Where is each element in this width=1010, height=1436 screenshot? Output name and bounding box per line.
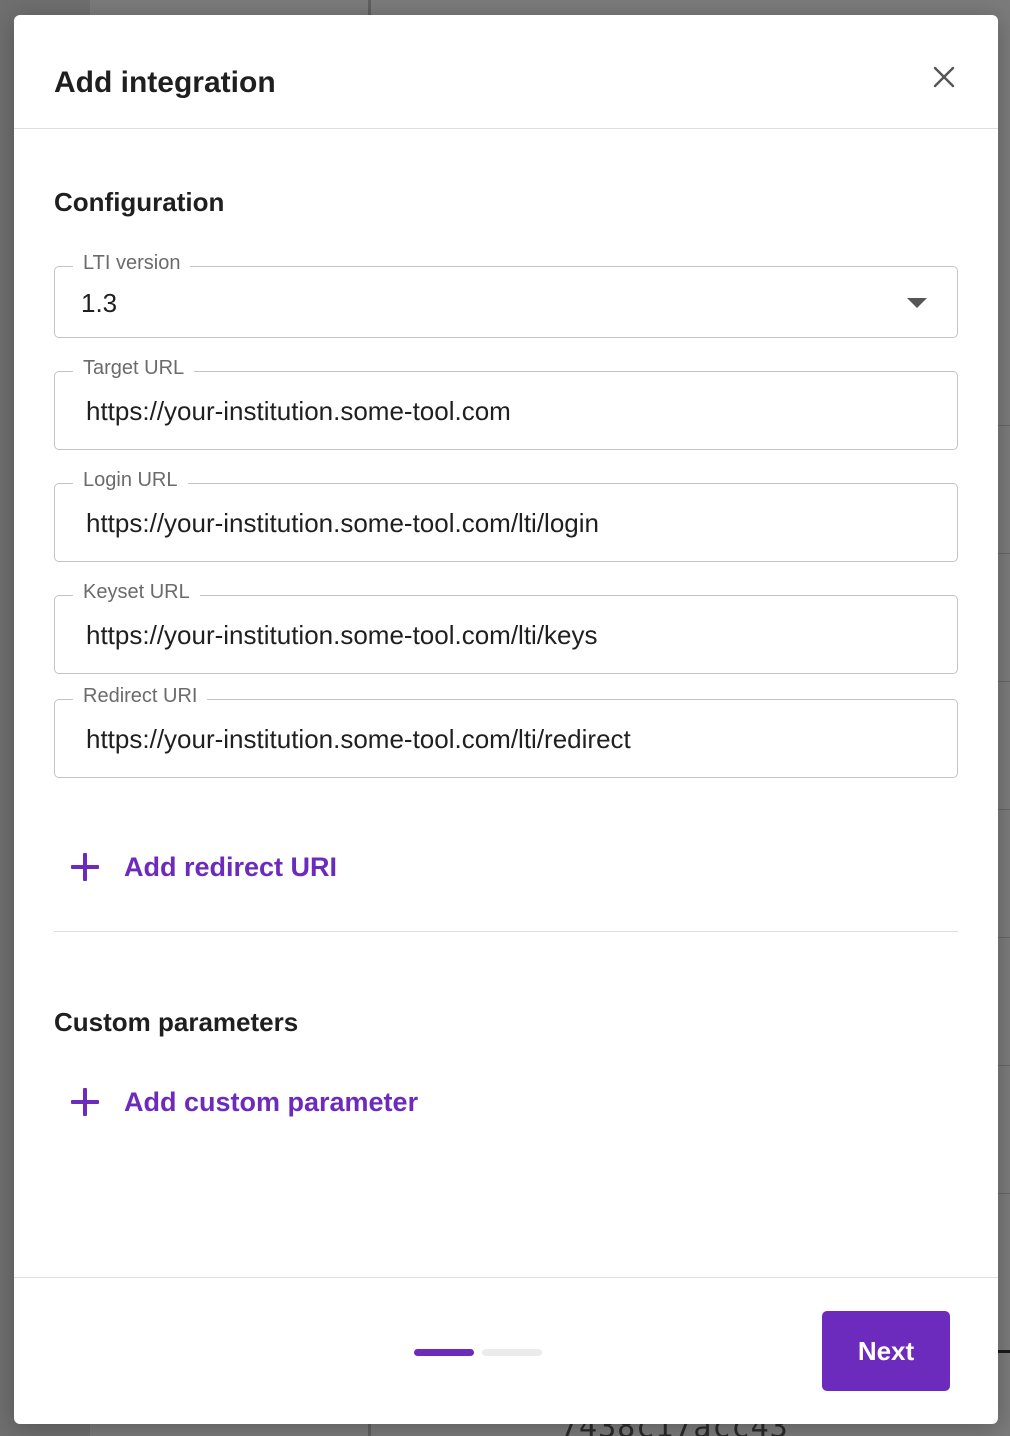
redirect-uri-label: Redirect URI	[73, 684, 208, 708]
step-2-indicator	[482, 1349, 542, 1356]
keyset-url-label: Keyset URL	[73, 580, 200, 604]
add-integration-modal: Add integration Configuration LTI versio…	[14, 15, 998, 1424]
background-row-line	[996, 937, 1010, 938]
step-indicator	[414, 1349, 542, 1356]
step-1-indicator	[414, 1349, 474, 1356]
section-divider	[54, 931, 958, 932]
background-row-line	[996, 553, 1010, 554]
redirect-uri-field[interactable]: Redirect URI https://your-institution.so…	[54, 684, 958, 778]
background-row-line	[996, 425, 1010, 426]
redirect-uri-value: https://your-institution.some-tool.com/l…	[86, 724, 631, 754]
background-row-line	[996, 809, 1010, 810]
target-url-field[interactable]: Target URL https://your-institution.some…	[54, 356, 958, 450]
plus-icon	[70, 852, 100, 882]
add-redirect-uri-button[interactable]: Add redirect URI	[70, 851, 337, 883]
add-redirect-uri-label: Add redirect URI	[124, 852, 338, 882]
add-custom-parameter-label: Add custom parameter	[124, 1087, 419, 1117]
background-dash	[996, 1350, 1010, 1353]
lti-version-label: LTI version	[73, 251, 191, 275]
keyset-url-value: https://your-institution.some-tool.com/l…	[86, 620, 598, 650]
target-url-label: Target URL	[73, 356, 195, 380]
configuration-heading: Configuration	[54, 187, 225, 217]
lti-version-value: 1.3	[81, 288, 118, 318]
target-url-value: https://your-institution.some-tool.com	[86, 396, 511, 426]
modal-footer: Next	[14, 1277, 998, 1424]
add-custom-parameter-button[interactable]: Add custom parameter	[70, 1086, 418, 1118]
login-url-value: https://your-institution.some-tool.com/l…	[86, 508, 599, 538]
modal-header: Add integration	[14, 15, 998, 129]
close-icon	[933, 66, 955, 88]
plus-icon	[70, 1087, 100, 1117]
custom-parameters-heading: Custom parameters	[54, 1007, 299, 1037]
modal-title: Add integration	[54, 66, 276, 99]
background-row-line	[996, 1065, 1010, 1066]
login-url-label: Login URL	[73, 468, 188, 492]
login-url-field[interactable]: Login URL https://your-institution.some-…	[54, 468, 958, 562]
lti-version-select[interactable]: LTI version 1.3	[54, 251, 958, 338]
background-row-line	[996, 681, 1010, 682]
next-button[interactable]: Next	[822, 1311, 950, 1391]
background-row-line	[996, 1193, 1010, 1194]
keyset-url-field[interactable]: Keyset URL https://your-institution.some…	[54, 580, 958, 674]
dropdown-arrow-icon	[907, 298, 927, 308]
close-button[interactable]	[930, 63, 958, 91]
